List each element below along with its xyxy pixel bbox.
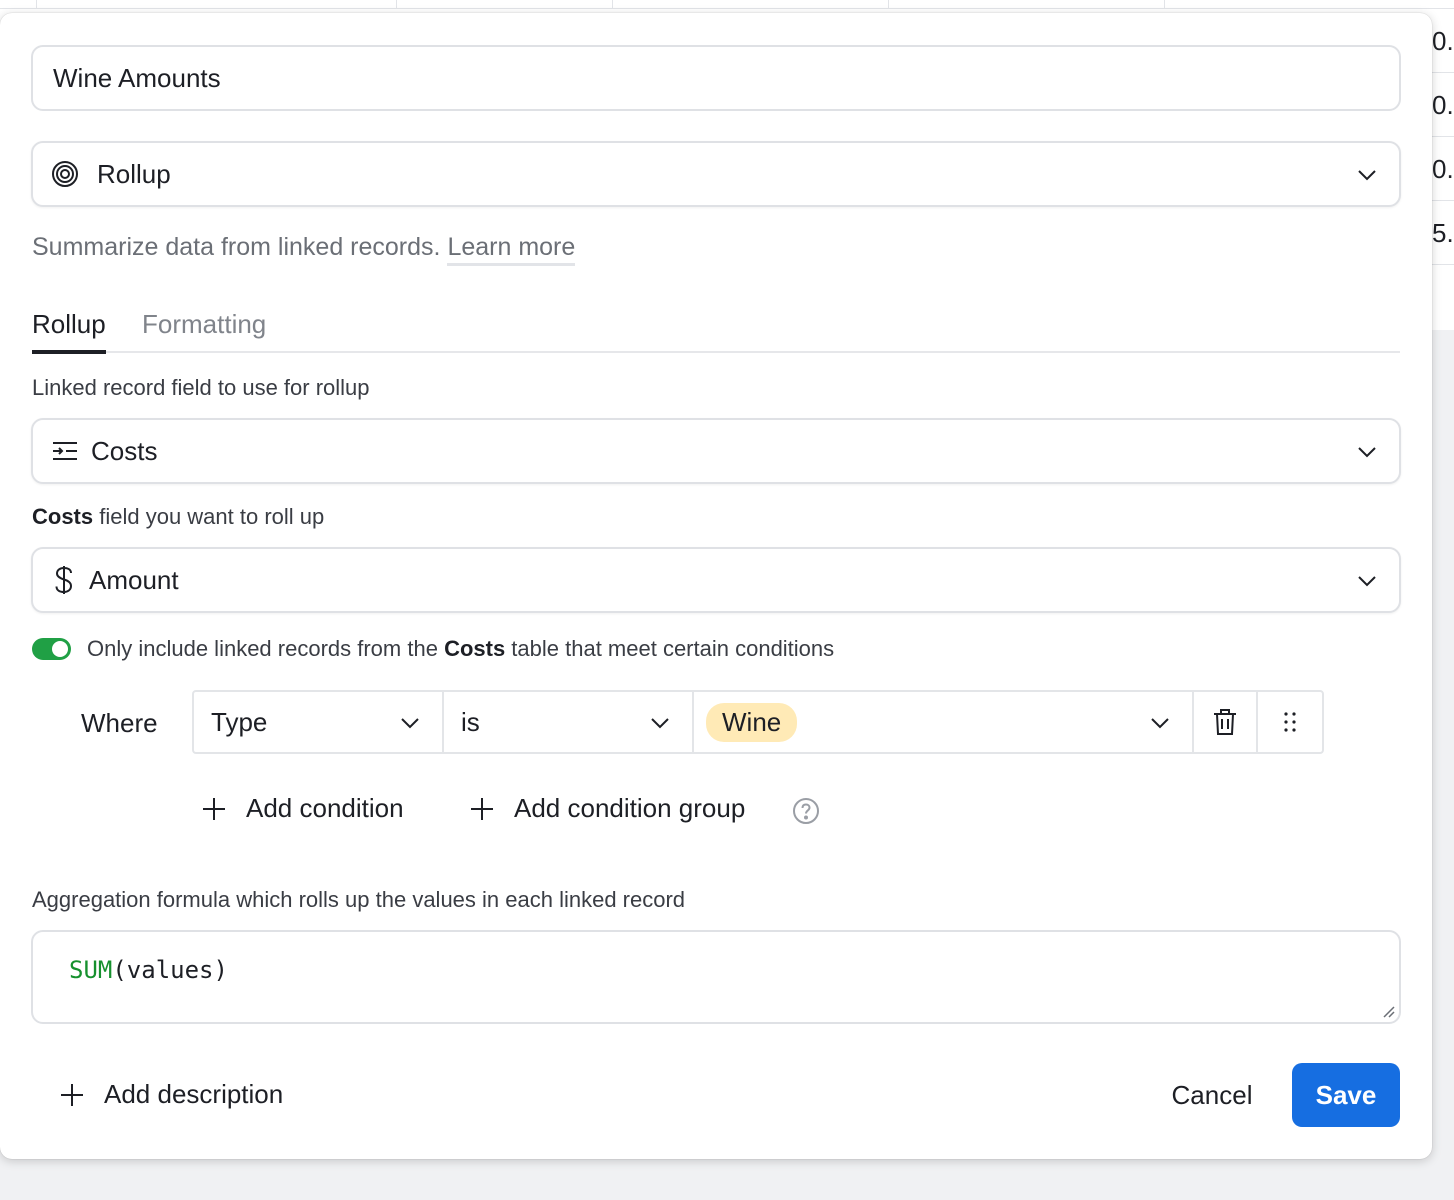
conditions-toggle-label: Only include linked records from the Cos… — [87, 636, 834, 662]
config-tabs: Rollup Formatting — [32, 309, 1400, 354]
grid-line — [1432, 136, 1454, 137]
linked-records-icon — [51, 439, 79, 463]
formula-function: SUM — [69, 956, 113, 984]
formula-args: (values) — [112, 956, 228, 984]
table-cell[interactable]: 0. — [1432, 154, 1454, 185]
trash-icon — [1214, 709, 1236, 735]
field-type-label: Rollup — [97, 158, 171, 189]
rollup-field-value: Amount — [89, 564, 179, 595]
grid-line — [888, 0, 889, 9]
condition-field-value: Type — [211, 706, 268, 737]
linked-field-value: Costs — [91, 435, 158, 466]
table-cell[interactable]: 0. — [1432, 26, 1454, 57]
field-type-description: Summarize data from linked records. Lear… — [32, 233, 576, 266]
table-cell[interactable]: 0. — [1432, 90, 1454, 121]
delete-condition-button[interactable] — [1194, 692, 1258, 752]
toggle-text-before: Only include linked records from the — [87, 636, 445, 661]
toggle-text-table: Costs — [444, 636, 506, 661]
drag-handle-icon — [1284, 712, 1296, 732]
rollup-field-select[interactable]: Amount — [31, 547, 1401, 613]
formula-text: SUM(values) — [69, 956, 228, 984]
tab-formatting[interactable]: Formatting — [142, 309, 266, 340]
conditions-toggle[interactable] — [32, 638, 71, 660]
grid-line — [1432, 200, 1454, 201]
condition-value-select[interactable]: Wine — [694, 692, 1194, 752]
tab-rollup[interactable]: Rollup — [32, 309, 106, 354]
toggle-text-after: table that meet certain conditions — [505, 636, 835, 661]
condition-row: Type is Wine — [192, 690, 1324, 754]
linked-field-select[interactable]: Costs — [31, 418, 1401, 484]
chevron-down-icon — [401, 718, 419, 729]
grid-line — [36, 0, 37, 9]
rollup-field-label-rest: field you want to roll up — [93, 504, 325, 529]
linked-field-label: Linked record field to use for rollup — [32, 375, 370, 400]
toggle-knob — [52, 641, 68, 657]
plus-icon — [471, 797, 493, 820]
dollar-icon — [53, 565, 75, 595]
aggregation-formula-input[interactable]: SUM(values) — [31, 930, 1401, 1024]
drag-condition-handle[interactable] — [1258, 692, 1322, 752]
rollup-field-label: Costs field you want to roll up — [32, 504, 324, 530]
learn-more-link[interactable]: Learn more — [447, 233, 576, 266]
condition-operator-value: is — [461, 706, 480, 737]
rollup-icon — [51, 160, 79, 188]
add-condition-label: Add condition — [246, 793, 404, 823]
add-description-button[interactable]: Add description — [60, 1079, 283, 1110]
field-name-input[interactable] — [31, 45, 1401, 111]
chevron-down-icon — [1358, 447, 1376, 458]
cancel-button[interactable]: Cancel — [1150, 1063, 1274, 1127]
grid-line — [612, 0, 613, 9]
condition-value-pill: Wine — [706, 702, 798, 742]
chevron-down-icon — [1358, 170, 1376, 181]
field-config-dialog: Rollup Summarize data from linked record… — [0, 13, 1432, 1159]
condition-operator-select[interactable]: is — [444, 692, 694, 752]
grid-line — [1432, 264, 1454, 265]
grid-line — [0, 8, 1454, 9]
chevron-down-icon — [1151, 718, 1169, 729]
chevron-down-icon — [1358, 576, 1376, 587]
resize-handle-icon[interactable] — [1379, 1002, 1395, 1018]
add-condition-group-button[interactable]: Add condition group — [470, 793, 745, 824]
add-description-label: Add description — [104, 1079, 284, 1109]
grid-line — [1164, 0, 1165, 9]
add-condition-group-label: Add condition group — [514, 793, 746, 823]
plus-icon — [61, 1083, 83, 1106]
condition-field-select[interactable]: Type — [194, 692, 444, 752]
where-label: Where — [81, 708, 158, 738]
field-type-select[interactable]: Rollup — [31, 141, 1401, 207]
rollup-field-label-table: Costs — [32, 504, 94, 529]
chevron-down-icon — [651, 718, 669, 729]
help-icon[interactable] — [792, 797, 820, 825]
plus-icon — [203, 797, 225, 820]
table-cell[interactable]: 5. — [1432, 218, 1454, 249]
aggregation-label: Aggregation formula which rolls up the v… — [32, 887, 686, 912]
grid-line — [1432, 72, 1454, 73]
description-text: Summarize data from linked records. — [32, 233, 441, 261]
grid-line — [396, 0, 397, 9]
save-button[interactable]: Save — [1292, 1063, 1400, 1127]
add-condition-button[interactable]: Add condition — [202, 793, 404, 824]
